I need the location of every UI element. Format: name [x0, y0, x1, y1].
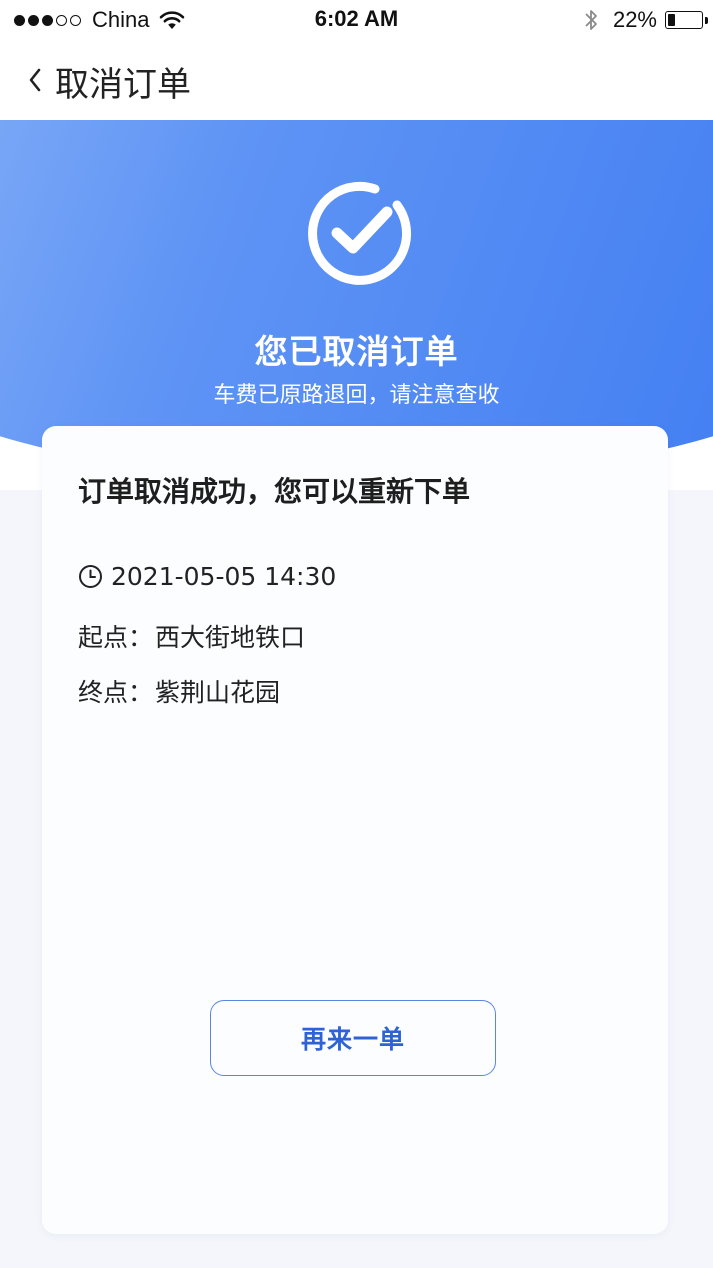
app-screen: China 6:02 AM 22% 取消订单 您已取消订单 车费已原路退回，请注…: [0, 0, 713, 1268]
end-location: 紫荆山花园: [155, 678, 281, 707]
status-bar: China 6:02 AM 22%: [0, 0, 713, 40]
navigation-bar: 取消订单: [0, 40, 713, 120]
end-location-row: 终点： 紫荆山花园: [78, 673, 280, 709]
reorder-button[interactable]: 再来一单: [210, 1000, 496, 1076]
back-button[interactable]: [18, 60, 52, 100]
clock-icon: [79, 565, 102, 588]
order-datetime: 2021-05-05 14:30: [111, 562, 337, 591]
battery-level-fill: [668, 14, 675, 26]
status-right: 22%: [583, 7, 708, 33]
refund-notice: 车费已原路退回，请注意查收: [213, 383, 500, 408]
end-label: 终点：: [78, 678, 154, 707]
bluetooth-icon: [585, 10, 597, 30]
order-info-card: 订单取消成功，您可以重新下单 2021-05-05 14:30 起点： 西大街地…: [42, 426, 668, 1234]
card-title: 订单取消成功，您可以重新下单: [78, 475, 471, 508]
chevron-left-icon: [29, 68, 41, 92]
start-location-row: 起点： 西大街地铁口: [78, 618, 305, 654]
battery-cap: [705, 17, 708, 24]
start-label: 起点：: [78, 623, 154, 652]
page-title: 取消订单: [55, 65, 191, 105]
cancel-status-title: 您已取消订单: [254, 332, 459, 371]
order-time-row: 2021-05-05 14:30: [78, 562, 336, 591]
battery-icon: [665, 11, 708, 29]
check-circle-icon: [308, 181, 411, 285]
battery-percent: 22%: [612, 7, 657, 32]
start-location: 西大街地铁口: [155, 623, 306, 652]
